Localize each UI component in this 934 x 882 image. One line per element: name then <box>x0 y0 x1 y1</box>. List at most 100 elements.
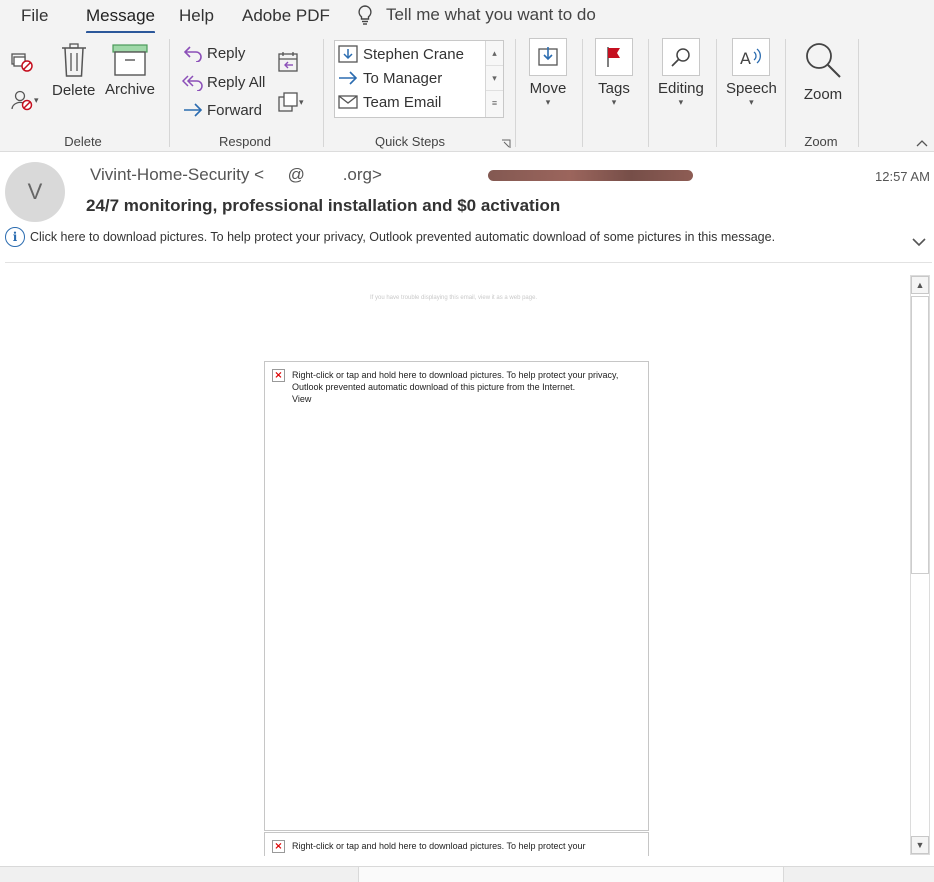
chevron-down-icon: ▾ <box>611 97 617 107</box>
blocked-image-placeholder[interactable]: × Right-click or tap and hold here to do… <box>264 832 649 856</box>
search-icon <box>671 48 690 67</box>
group-separator <box>648 39 649 147</box>
zoom-button[interactable]: Zoom <box>802 40 844 103</box>
tags-icon-frame <box>595 38 633 76</box>
quick-step-label: Team Email <box>363 93 442 111</box>
svg-text:A: A <box>740 49 751 68</box>
reply-all-icon <box>182 75 203 91</box>
bottom-strip <box>0 866 934 882</box>
header-divider <box>5 262 932 263</box>
tags-button[interactable]: Tags ▾ <box>595 38 633 108</box>
move-label: Move <box>529 80 567 97</box>
tab-message[interactable]: Message <box>86 6 155 34</box>
sender-name: Vivint-Home-Security < <box>90 165 264 184</box>
reply-all-label: Reply All <box>207 73 266 91</box>
view-as-web-page-link[interactable]: If you have trouble displaying this emai… <box>370 295 537 301</box>
flag-icon <box>607 47 620 67</box>
tell-me-text: Tell me what you want to do <box>386 5 596 24</box>
more-respond-icon <box>278 92 298 112</box>
chevron-down-icon: ▾ <box>678 97 684 107</box>
chevron-down-icon: ▾ <box>34 94 39 105</box>
scroll-up-button[interactable]: ▴ <box>486 41 503 66</box>
quick-step-label: To Manager <box>363 69 443 87</box>
delete-button[interactable]: Delete <box>52 42 95 99</box>
reply-button[interactable]: Reply <box>182 44 245 62</box>
scrollbar-thumb[interactable] <box>911 296 929 574</box>
chevron-down-icon <box>912 238 926 247</box>
expand-header-button[interactable] <box>912 234 926 252</box>
forward-button[interactable]: Forward <box>182 101 262 119</box>
tab-help[interactable]: Help <box>179 6 214 26</box>
infobar-text: Click here to download pictures. To help… <box>30 230 776 244</box>
quick-steps-scroller: ▴ ▾ ≡ <box>485 41 503 117</box>
reply-all-button[interactable]: Reply All <box>182 73 265 91</box>
broken-image-icon: × <box>272 840 285 853</box>
forward-arrow-icon <box>339 71 358 85</box>
reply-icon <box>183 46 202 62</box>
tab-file[interactable]: File <box>21 6 48 26</box>
expand-gallery-button[interactable]: ≡ <box>486 91 503 116</box>
chevron-down-icon: ▾ <box>545 97 551 107</box>
forward-label: Forward <box>207 101 263 119</box>
group-separator <box>515 39 516 147</box>
scroll-down-button[interactable]: ▾ <box>486 66 503 91</box>
blocked-image-placeholder[interactable]: × Right-click or tap and hold here to do… <box>264 361 649 831</box>
avatar: V <box>5 162 65 222</box>
reply-label: Reply <box>207 44 246 62</box>
envelope-icon <box>338 95 358 109</box>
zoom-label: Zoom <box>803 86 843 103</box>
quick-step-stephen-crane[interactable]: Stephen Crane <box>337 44 464 64</box>
editing-icon-frame <box>661 38 700 76</box>
view-link[interactable]: View <box>292 394 311 404</box>
broken-image-icon: × <box>272 369 285 382</box>
scroll-down-arrow[interactable]: ▼ <box>911 836 929 854</box>
collapse-ribbon-button[interactable] <box>916 135 928 153</box>
tell-me-search[interactable]: Tell me what you want to do <box>356 4 596 26</box>
calendar-reply-icon <box>278 52 298 72</box>
vertical-scrollbar[interactable]: ▲ ▼ <box>910 275 930 855</box>
blocked-image-message: Right-click or tap and hold here to down… <box>292 841 586 851</box>
editing-button[interactable]: Editing ▾ <box>658 38 704 108</box>
speech-icon-frame: A <box>732 38 771 76</box>
ignore-button[interactable] <box>10 51 34 78</box>
lightbulb-icon <box>358 5 372 25</box>
ribbon: ▾ Delete Archive Delete Reply Reply All … <box>0 33 934 152</box>
forward-icon <box>184 103 203 117</box>
tab-adobe-pdf[interactable]: Adobe PDF <box>242 6 330 26</box>
move-to-folder-icon <box>338 45 358 63</box>
block-user-icon <box>11 90 33 111</box>
group-separator <box>858 39 859 147</box>
bottom-pane <box>358 867 784 882</box>
quick-steps-dialog-launcher[interactable] <box>501 136 511 154</box>
group-separator <box>785 39 786 147</box>
info-icon: i <box>5 227 25 247</box>
read-aloud-icon: A <box>740 48 762 68</box>
meeting-reply-button[interactable] <box>277 51 299 78</box>
speech-button[interactable]: A Speech ▾ <box>726 38 777 108</box>
sender-email-at: @ <box>287 165 305 184</box>
quick-step-to-manager[interactable]: To Manager <box>337 69 442 87</box>
more-respond-button[interactable]: ▾ <box>277 91 304 113</box>
chevron-up-icon <box>916 140 928 147</box>
received-time: 12:57 AM <box>875 169 930 184</box>
email-subject: 24/7 monitoring, professional installati… <box>86 196 561 215</box>
download-pictures-infobar[interactable]: i Click here to download pictures. To he… <box>5 227 775 247</box>
blocked-image-message: Right-click or tap and hold here to down… <box>292 370 619 404</box>
respond-group-label: Respond <box>218 134 272 149</box>
scroll-up-arrow[interactable]: ▲ <box>911 276 929 294</box>
group-separator <box>716 39 717 147</box>
group-separator <box>169 39 170 147</box>
chevron-down-icon: ▾ <box>749 97 754 107</box>
quick-step-label: Stephen Crane <box>363 45 464 63</box>
quick-step-team-email[interactable]: Team Email <box>337 93 441 111</box>
move-button[interactable]: Move ▾ <box>529 38 567 108</box>
group-separator <box>323 39 324 147</box>
dialog-launcher-icon <box>502 139 511 148</box>
tags-label: Tags <box>598 80 630 97</box>
archive-button[interactable]: Archive <box>105 43 155 98</box>
move-icon-frame <box>529 38 567 76</box>
sender-line[interactable]: Vivint-Home-Security < @ .org> <box>90 165 382 185</box>
block-sender-button[interactable]: ▾ <box>10 88 39 112</box>
archive-icon <box>112 44 148 76</box>
ignore-icon <box>11 53 33 72</box>
